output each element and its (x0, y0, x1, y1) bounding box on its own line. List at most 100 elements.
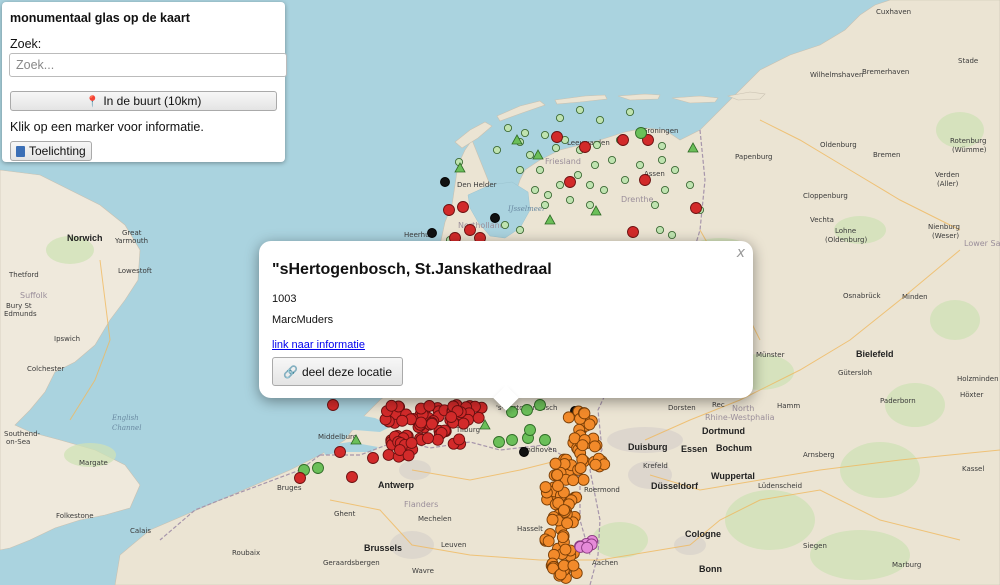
marker-red[interactable] (426, 417, 438, 430)
marker-red[interactable] (443, 204, 455, 216)
marker-orange[interactable] (567, 474, 580, 487)
marker-orange[interactable] (567, 559, 580, 572)
marker-red[interactable] (405, 436, 418, 449)
marker-lgreen[interactable] (585, 200, 595, 210)
marker-red[interactable] (564, 176, 576, 188)
marker-red[interactable] (327, 399, 339, 411)
marker-lgreen[interactable] (620, 175, 630, 185)
marker-red[interactable] (617, 134, 629, 146)
marker-red[interactable] (551, 131, 563, 143)
marker-green[interactable] (635, 127, 647, 139)
marker-orange[interactable] (556, 531, 569, 544)
marker-orange[interactable] (576, 439, 589, 452)
marker-lgreen[interactable] (565, 195, 575, 205)
marker-lgreen[interactable] (555, 180, 565, 190)
marker-lgreen[interactable] (530, 185, 540, 195)
marker-lgreen[interactable] (540, 200, 550, 210)
marker-lgreen[interactable] (540, 130, 550, 140)
marker-orange[interactable] (546, 513, 559, 526)
marker-red[interactable] (367, 452, 379, 464)
marker-orange[interactable] (583, 418, 596, 431)
marker-black[interactable] (440, 177, 450, 187)
marker-lgreen[interactable] (670, 165, 680, 175)
marker-orange[interactable] (559, 543, 572, 556)
marker-lgreen[interactable] (650, 200, 660, 210)
marker-orange[interactable] (561, 517, 574, 530)
marker-red[interactable] (627, 226, 639, 238)
marker-orange[interactable] (588, 440, 601, 453)
marker-red[interactable] (385, 399, 398, 412)
marker-lgreen[interactable] (575, 105, 585, 115)
marker-lgreen[interactable] (535, 165, 545, 175)
marker-orange[interactable] (542, 535, 555, 548)
marker-lgreen[interactable] (551, 143, 561, 153)
marker-orange[interactable] (539, 481, 552, 494)
marker-orange[interactable] (551, 479, 564, 492)
marker-green[interactable] (312, 462, 324, 474)
marker-lgreen[interactable] (657, 141, 667, 151)
marker-lgreen[interactable] (555, 113, 565, 123)
marker-green[interactable] (521, 404, 533, 416)
marker-red[interactable] (382, 449, 395, 461)
marker-red[interactable] (464, 224, 476, 236)
marker-lgreen[interactable] (625, 107, 635, 117)
marker-orange[interactable] (577, 473, 590, 486)
marker-red[interactable] (690, 202, 702, 214)
marker-orange[interactable] (589, 458, 602, 471)
marker-red[interactable] (415, 416, 428, 429)
marker-orange[interactable] (574, 462, 587, 475)
marker-lgreen[interactable] (520, 128, 530, 138)
marker-red[interactable] (396, 414, 409, 427)
marker-green[interactable] (493, 436, 505, 448)
marker-lgreen[interactable] (543, 190, 553, 200)
marker-red[interactable] (457, 417, 470, 430)
marker-lgreen[interactable] (592, 140, 602, 150)
marker-lgreen[interactable] (503, 123, 513, 133)
marker-red[interactable] (423, 400, 436, 412)
marker-green[interactable] (524, 424, 536, 436)
share-location-button[interactable]: 🔗 deel deze locatie (272, 357, 404, 386)
marker-lgreen[interactable] (585, 180, 595, 190)
marker-red[interactable] (639, 174, 651, 186)
marker-red[interactable] (294, 472, 306, 484)
explanation-button[interactable]: Toelichting (10, 141, 92, 161)
search-input[interactable] (9, 53, 287, 77)
marker-black[interactable] (519, 447, 529, 457)
marker-lgreen[interactable] (657, 155, 667, 165)
marker-lgreen[interactable] (685, 180, 695, 190)
marker-red[interactable] (472, 411, 485, 424)
marker-lgreen[interactable] (599, 185, 609, 195)
marker-red[interactable] (402, 449, 415, 462)
marker-orange[interactable] (558, 504, 570, 517)
marker-red[interactable] (431, 433, 444, 446)
marker-lgreen[interactable] (660, 185, 670, 195)
marker-lgreen[interactable] (500, 220, 510, 230)
marker-lgreen[interactable] (515, 225, 525, 235)
marker-red[interactable] (453, 433, 466, 446)
marker-orange[interactable] (551, 468, 564, 481)
marker-red[interactable] (422, 432, 434, 445)
marker-black[interactable] (427, 228, 437, 238)
marker-lgreen[interactable] (667, 230, 677, 240)
marker-green[interactable] (534, 399, 546, 411)
marker-lgreen[interactable] (590, 160, 600, 170)
marker-lgreen[interactable] (635, 160, 645, 170)
popup-info-link[interactable]: link naar informatie (272, 339, 365, 351)
marker-lgreen[interactable] (595, 115, 605, 125)
marker-red[interactable] (445, 411, 458, 423)
marker-black[interactable] (490, 213, 500, 223)
marker-lgreen[interactable] (515, 165, 525, 175)
marker-lgreen[interactable] (607, 155, 617, 165)
marker-green[interactable] (506, 434, 518, 446)
marker-lgreen[interactable] (525, 150, 535, 160)
close-icon[interactable]: x (737, 245, 745, 261)
marker-orange[interactable] (549, 457, 562, 470)
marker-red[interactable] (579, 141, 591, 153)
marker-green[interactable] (539, 434, 551, 446)
marker-pink[interactable] (581, 541, 594, 554)
marker-red[interactable] (346, 471, 358, 483)
marker-red[interactable] (457, 201, 469, 213)
marker-lgreen[interactable] (655, 225, 665, 235)
marker-lgreen[interactable] (573, 170, 583, 180)
nearby-button[interactable]: 📍 In de buurt (10km) (10, 91, 277, 111)
